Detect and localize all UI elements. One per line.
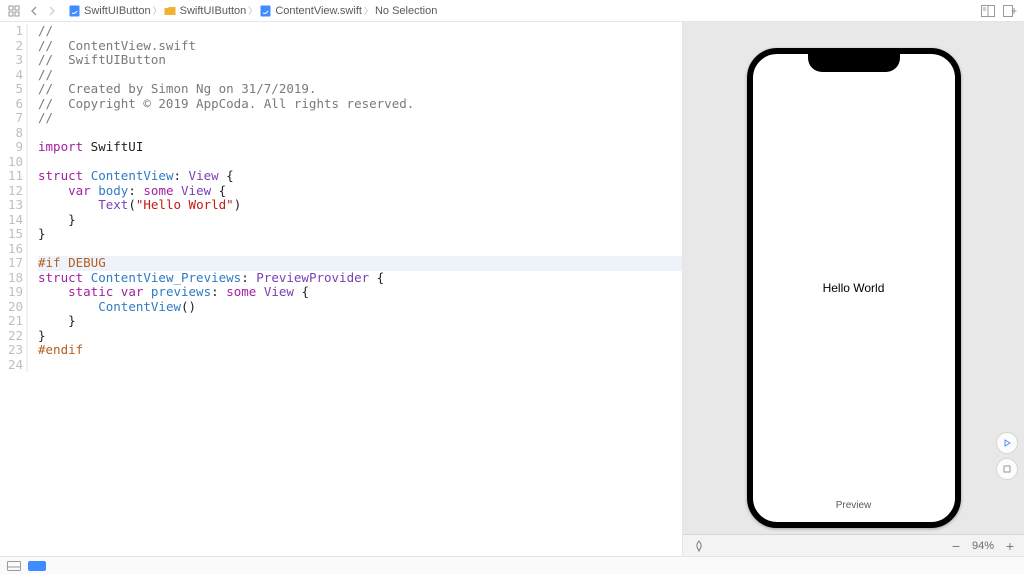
breadcrumb-label: No Selection	[375, 5, 437, 17]
breadcrumb-item[interactable]: No Selection	[375, 5, 437, 17]
code-line[interactable]: //	[38, 24, 682, 39]
line-number: 10	[0, 155, 28, 170]
line-number: 5	[0, 82, 28, 97]
chevron-right-icon: 〉	[248, 4, 257, 17]
line-number: 17	[0, 256, 28, 271]
chevron-right-icon: 〉	[153, 4, 162, 17]
code-line[interactable]: // ContentView.swift	[38, 39, 682, 54]
code-line[interactable]: var body: some View {	[38, 184, 682, 199]
line-number: 15	[0, 227, 28, 242]
line-number: 8	[0, 126, 28, 141]
line-number: 9	[0, 140, 28, 155]
line-number: 6	[0, 97, 28, 112]
code-line[interactable]: static var previews: some View {	[38, 285, 682, 300]
code-line[interactable]: }	[38, 329, 682, 344]
line-number: 20	[0, 300, 28, 315]
breadcrumb-item[interactable]: SwiftUIButton	[68, 5, 151, 17]
preview-play-button[interactable]	[996, 432, 1018, 454]
code-line[interactable]: // SwiftUIButton	[38, 53, 682, 68]
code-line[interactable]	[38, 155, 682, 170]
breadcrumb-item[interactable]: SwiftUIButton	[164, 5, 247, 17]
line-number: 16	[0, 242, 28, 257]
breadcrumb: SwiftUIButton〉SwiftUIButton〉ContentView.…	[68, 4, 437, 17]
code-line[interactable]	[38, 126, 682, 141]
status-bar	[0, 556, 1024, 574]
line-number: 13	[0, 198, 28, 213]
code-line[interactable]: // Copyright © 2019 AppCoda. All rights …	[38, 97, 682, 112]
editor-split-icon[interactable]	[980, 3, 996, 19]
code-line[interactable]: struct ContentView_Previews: PreviewProv…	[38, 271, 682, 286]
line-number: 4	[0, 68, 28, 83]
code-line[interactable]	[38, 358, 682, 373]
line-number: 19	[0, 285, 28, 300]
line-number: 24	[0, 358, 28, 373]
code-line[interactable]: Text("Hello World")	[38, 198, 682, 213]
zoom-value: 94%	[972, 540, 994, 552]
pin-icon[interactable]	[691, 538, 707, 554]
line-number: 14	[0, 213, 28, 228]
line-gutter: 123456789101112131415161718192021222324	[0, 22, 34, 556]
breadcrumb-bar: SwiftUIButton〉SwiftUIButton〉ContentView.…	[0, 0, 1024, 22]
code-line[interactable]: // Created by Simon Ng on 31/7/2019.	[38, 82, 682, 97]
editor-add-icon[interactable]	[1002, 3, 1018, 19]
swift-file-icon	[68, 5, 80, 17]
chevron-right-icon: 〉	[364, 4, 373, 17]
code-line[interactable]: }	[38, 314, 682, 329]
line-number: 11	[0, 169, 28, 184]
zoom-out-button[interactable]: −	[950, 538, 962, 554]
swift-file-icon	[259, 5, 271, 17]
code-line[interactable]: struct ContentView: View {	[38, 169, 682, 184]
device-frame: Hello World	[747, 48, 961, 528]
zoom-in-button[interactable]: +	[1004, 538, 1016, 554]
code-line[interactable]: import SwiftUI	[38, 140, 682, 155]
related-items-icon[interactable]	[6, 3, 22, 19]
line-number: 23	[0, 343, 28, 358]
back-button[interactable]	[26, 3, 42, 19]
line-number: 7	[0, 111, 28, 126]
forward-button[interactable]	[44, 3, 60, 19]
code-area[interactable]: //// ContentView.swift// SwiftUIButton//…	[34, 22, 682, 556]
status-tag-icon[interactable]	[28, 561, 46, 571]
breadcrumb-label: SwiftUIButton	[180, 5, 247, 17]
code-line[interactable]: }	[38, 213, 682, 228]
breadcrumb-label: SwiftUIButton	[84, 5, 151, 17]
status-toggle-icon[interactable]	[6, 558, 22, 574]
preview-overlay-button[interactable]	[996, 458, 1018, 480]
code-line[interactable]: #endif	[38, 343, 682, 358]
folder-icon	[164, 5, 176, 17]
code-line[interactable]	[38, 242, 682, 257]
code-line[interactable]: #if DEBUG	[38, 256, 682, 271]
line-number: 21	[0, 314, 28, 329]
breadcrumb-label: ContentView.swift	[275, 5, 362, 17]
line-number: 22	[0, 329, 28, 344]
line-number: 1	[0, 24, 28, 39]
breadcrumb-item[interactable]: ContentView.swift	[259, 5, 362, 17]
line-number: 12	[0, 184, 28, 199]
code-line[interactable]: }	[38, 227, 682, 242]
code-editor[interactable]: 123456789101112131415161718192021222324 …	[0, 22, 682, 556]
preview-label: Preview	[683, 500, 1024, 511]
preview-canvas[interactable]: Hello World Preview	[683, 22, 1024, 534]
preview-text: Hello World	[823, 281, 885, 295]
zoom-controls: − 94% +	[950, 538, 1016, 554]
code-line[interactable]: ContentView()	[38, 300, 682, 315]
preview-footer: − 94% +	[683, 534, 1024, 556]
line-number: 18	[0, 271, 28, 286]
line-number: 2	[0, 39, 28, 54]
line-number: 3	[0, 53, 28, 68]
code-line[interactable]: //	[38, 111, 682, 126]
preview-pane: Hello World Preview	[682, 22, 1024, 556]
code-line[interactable]: //	[38, 68, 682, 83]
